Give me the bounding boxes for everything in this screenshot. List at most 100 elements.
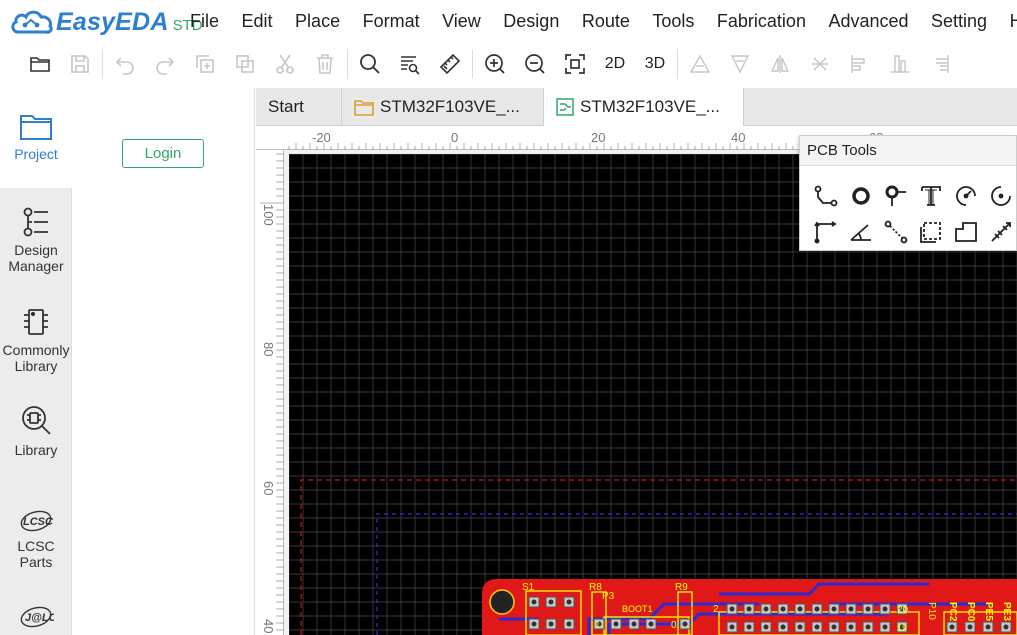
sidebar-item-label: Design Manager: [8, 242, 64, 274]
svg-text:J@LC: J@LC: [25, 612, 54, 624]
login-button[interactable]: Login: [122, 139, 204, 168]
tool-pad[interactable]: [843, 178, 878, 214]
svg-text:LCSC: LCSC: [23, 516, 54, 528]
menu-route[interactable]: Route: [582, 11, 630, 32]
menu-tools[interactable]: Tools: [652, 11, 694, 32]
toolbar-separator: [472, 49, 473, 79]
cut-button[interactable]: [265, 44, 305, 84]
flip-button[interactable]: [760, 44, 800, 84]
pad-hole: [648, 621, 654, 627]
circle-arc-icon: [990, 186, 1011, 206]
pcb-tools-grid: [808, 178, 1017, 250]
sidebar-item-library[interactable]: Library: [0, 404, 72, 458]
lcsc-logo-icon: LCSC: [20, 510, 54, 532]
undo-button[interactable]: [105, 44, 145, 84]
pad-hole: [682, 621, 688, 627]
sidebar-item-commonly-library[interactable]: Commonly Library: [0, 306, 72, 374]
design-manager-icon: [23, 207, 48, 237]
find-similar-button[interactable]: [390, 44, 430, 84]
library-search-icon: [22, 406, 51, 435]
flip-icon: [770, 55, 790, 73]
tool-connect-pad[interactable]: [878, 214, 913, 250]
menu-format[interactable]: Format: [363, 11, 420, 32]
sidebar-item-lcsc-parts[interactable]: LCSC LCSC Parts: [0, 508, 72, 570]
mounting-hole: [489, 589, 515, 615]
zoom-out-button[interactable]: [515, 44, 555, 84]
align-button[interactable]: [680, 44, 720, 84]
open-button[interactable]: [20, 44, 60, 84]
redo-button[interactable]: [145, 44, 185, 84]
ruler-top-label: 20: [591, 130, 606, 145]
ruler-left: 100 80 60 40: [256, 150, 284, 635]
tab-label: STM32F103VE_...: [380, 97, 520, 116]
rect-select-icon: [919, 222, 941, 243]
sidebar-item-label: LCSC Parts: [17, 538, 55, 570]
align-2-button[interactable]: [720, 44, 760, 84]
pad-hole: [763, 606, 769, 612]
tool-circle-arc[interactable]: [983, 178, 1017, 214]
tool-measure[interactable]: [983, 214, 1017, 250]
tool-arc[interactable]: [948, 178, 983, 214]
save-button[interactable]: [60, 44, 100, 84]
delete-button[interactable]: [305, 44, 345, 84]
silk-label: 19: [897, 623, 907, 633]
save-icon: [71, 55, 89, 73]
tool-via[interactable]: [878, 178, 913, 214]
menu-design[interactable]: Design: [503, 11, 559, 32]
sidebar-item-project[interactable]: Project: [0, 88, 72, 188]
zoom-in-icon: [485, 54, 505, 74]
paste-button[interactable]: [225, 44, 265, 84]
jlc-logo-icon: J@LC: [20, 606, 54, 628]
pad-hole: [613, 621, 619, 627]
tool-text[interactable]: [913, 178, 948, 214]
ruler-left-label: 100: [261, 204, 276, 226]
pad-hole: [548, 621, 554, 627]
align-4-button[interactable]: [840, 44, 880, 84]
pad-hole: [729, 624, 735, 630]
align-3-button[interactable]: [800, 44, 840, 84]
sidebar-item-design-manager[interactable]: Design Manager: [0, 206, 72, 274]
find-button[interactable]: [350, 44, 390, 84]
document-tabs: Start STM32F103VE_... STM32F103VE_...: [256, 88, 1017, 126]
menu-help[interactable]: He: [1010, 11, 1017, 32]
menu-file[interactable]: File: [190, 11, 219, 32]
copy-button[interactable]: [185, 44, 225, 84]
silk-label: 20: [897, 605, 909, 616]
silk-label: 1: [595, 620, 601, 631]
tool-solid-region[interactable]: [948, 214, 983, 250]
pad-hole: [865, 606, 871, 612]
tool-protractor[interactable]: [843, 214, 878, 250]
pad-hole: [746, 624, 752, 630]
tab-pcb[interactable]: STM32F103VE_...: [544, 88, 744, 126]
sidebar-item-jlc[interactable]: J@LC: [0, 604, 72, 634]
fit-view-button[interactable]: [555, 44, 595, 84]
via-icon: [885, 185, 906, 206]
align-6-button[interactable]: [920, 44, 960, 84]
tab-start[interactable]: Start: [256, 88, 342, 126]
measure-button[interactable]: [430, 44, 470, 84]
tool-rect-select[interactable]: [913, 214, 948, 250]
menu-setting[interactable]: Setting: [931, 11, 987, 32]
silk-label: S1: [522, 582, 535, 593]
silk-label: P3: [602, 591, 615, 602]
align-5-button[interactable]: [880, 44, 920, 84]
pcb-tools-title[interactable]: PCB Tools: [800, 136, 1016, 166]
protractor-icon: [849, 224, 871, 241]
silk-label: R8: [589, 582, 602, 593]
menu-fabrication[interactable]: Fabrication: [717, 11, 806, 32]
menu-place[interactable]: Place: [295, 11, 340, 32]
zoom-in-button[interactable]: [475, 44, 515, 84]
menu-view[interactable]: View: [442, 11, 481, 32]
tool-track[interactable]: [808, 178, 843, 214]
menu-edit[interactable]: Edit: [242, 11, 273, 32]
ruler-top-label: 0: [451, 130, 459, 145]
tool-dimension[interactable]: [808, 214, 843, 250]
tab-project[interactable]: STM32F103VE_...: [342, 88, 544, 126]
pad-hole: [882, 624, 888, 630]
undo-icon: [115, 57, 134, 75]
menu-advanced[interactable]: Advanced: [828, 11, 908, 32]
view-3d-button[interactable]: 3D: [635, 44, 675, 84]
pad-hole: [566, 599, 572, 605]
view-2d-button[interactable]: 2D: [595, 44, 635, 84]
pad-hole: [814, 606, 820, 612]
